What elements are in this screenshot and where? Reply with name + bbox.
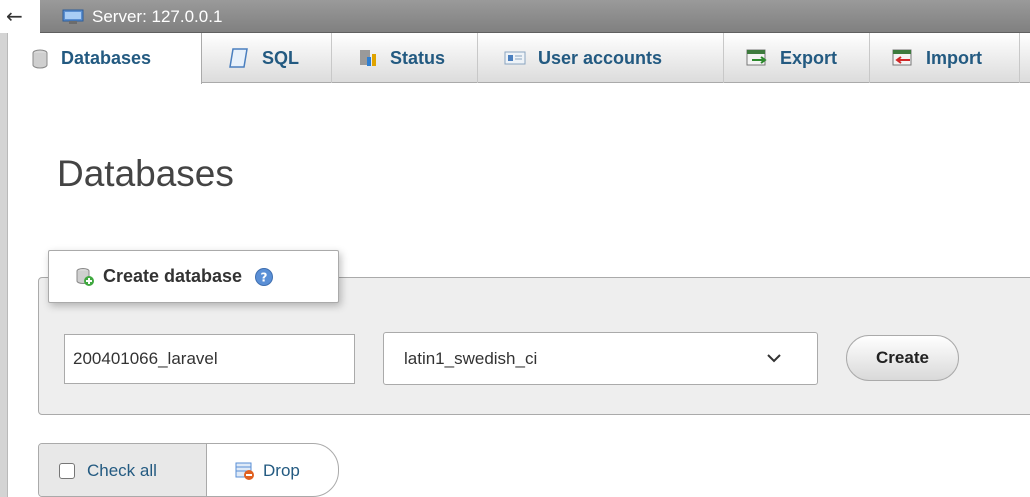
tab-sql[interactable]: SQL [202,33,332,83]
page-title: Databases [57,153,234,194]
bulk-action-bar: Check all Drop [38,443,339,497]
drop-icon [235,462,254,480]
server-label[interactable]: Server: 127.0.0.1 [92,7,222,27]
check-all-checkbox[interactable] [59,463,75,479]
back-arrow-button[interactable]: ← [0,0,40,33]
tab-label: Export [780,47,838,68]
import-icon [892,49,912,66]
tab-status[interactable]: Status [332,33,478,83]
sql-icon [229,48,248,68]
check-all-toggle[interactable]: Check all [39,444,207,496]
tab-label: Databases [61,48,152,68]
tab-label: SQL [262,47,300,68]
tab-databases[interactable]: Databases [9,33,202,84]
tab-label: User accounts [538,47,663,68]
database-icon [32,49,48,68]
left-frame-border [0,0,8,497]
main-tabs: Databases SQL Status User accounts Expor… [9,33,1030,84]
create-button[interactable]: Create [846,335,959,381]
chevron-down-icon [767,354,781,363]
drop-label: Drop [263,461,300,480]
collation-select[interactable]: latin1_swedish_ci [383,332,818,385]
export-icon [746,49,767,66]
server-icon [62,9,84,24]
tab-label: Status [390,47,446,68]
tab-export[interactable]: Export [724,33,870,83]
drop-button[interactable]: Drop [207,444,338,496]
svg-text:?: ? [261,270,268,284]
help-icon[interactable]: ? [254,267,274,287]
database-name-input[interactable] [64,334,355,384]
create-database-legend[interactable]: Create database ? [48,250,339,303]
user-accounts-icon [504,51,526,65]
server-bar: ← Server: 127.0.0.1 [0,0,1030,33]
tab-import[interactable]: Import [870,33,1020,83]
status-icon [360,50,376,66]
tab-label: Import [926,47,982,68]
check-all-label: Check all [87,461,157,480]
create-database-legend-label: Create database [103,266,243,286]
database-add-icon [76,267,94,286]
collation-selected-value: latin1_swedish_ci [404,348,538,368]
tab-user-accounts[interactable]: User accounts [478,33,724,83]
